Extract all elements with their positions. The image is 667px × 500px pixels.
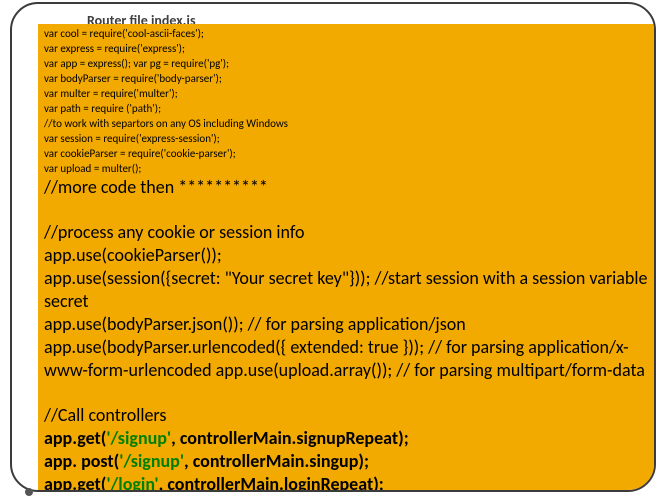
- route-line: app. post('/signup', controllerMain.sing…: [44, 450, 650, 473]
- code-text: , controllerMain.loginRepeat);: [159, 473, 384, 492]
- blank-line: [44, 199, 650, 221]
- code-line: app.use(bodyParser.json()); // for parsi…: [44, 313, 650, 336]
- code-line: var multer = require('multer');: [44, 86, 650, 101]
- code-line: var app = express(); var pg = require('p…: [44, 56, 650, 71]
- bullet-icon: [25, 488, 33, 496]
- code-line: //more code then **********: [44, 176, 650, 199]
- code-line: var cookieParser = require('cookie-parse…: [44, 146, 650, 161]
- string-literal: '/signup': [106, 427, 171, 449]
- route-line: app.get('/login', controllerMain.loginRe…: [44, 473, 650, 492]
- blank-line: [44, 382, 650, 404]
- code-text: app. post(: [44, 450, 119, 472]
- code-line: var path = require ('path');: [44, 101, 650, 116]
- code-line: var express = require('express');: [44, 41, 650, 56]
- string-literal: '/login': [106, 473, 158, 492]
- code-line: var bodyParser = require('body-parser');: [44, 71, 650, 86]
- code-line: //to work with separtors on any OS inclu…: [44, 116, 650, 131]
- code-line: var cool = require('cool-ascii-faces');: [44, 26, 650, 41]
- code-line: var session = require('express-session')…: [44, 131, 650, 146]
- code-line: app.use(cookieParser());: [44, 244, 650, 267]
- code-block: var cool = require('cool-ascii-faces'); …: [38, 24, 656, 492]
- code-text: , controllerMain.signupRepeat);: [171, 427, 409, 449]
- route-line: app.get('/signup', controllerMain.signup…: [44, 427, 650, 450]
- code-line: app.use(bodyParser.urlencoded({ extended…: [44, 336, 650, 382]
- code-text: app.get(: [44, 427, 106, 449]
- code-line: app.use(session({secret: "Your secret ke…: [44, 267, 650, 313]
- code-text: app.get(: [44, 473, 106, 492]
- code-line: //Call controllers: [44, 404, 650, 427]
- code-line: //process any cookie or session info: [44, 221, 650, 244]
- code-text: , controllerMain.singup);: [184, 450, 369, 472]
- string-literal: '/signup': [119, 450, 184, 472]
- slide-frame: Router file index.js var cool = require(…: [10, 2, 656, 492]
- code-line: var upload = multer();: [44, 161, 650, 176]
